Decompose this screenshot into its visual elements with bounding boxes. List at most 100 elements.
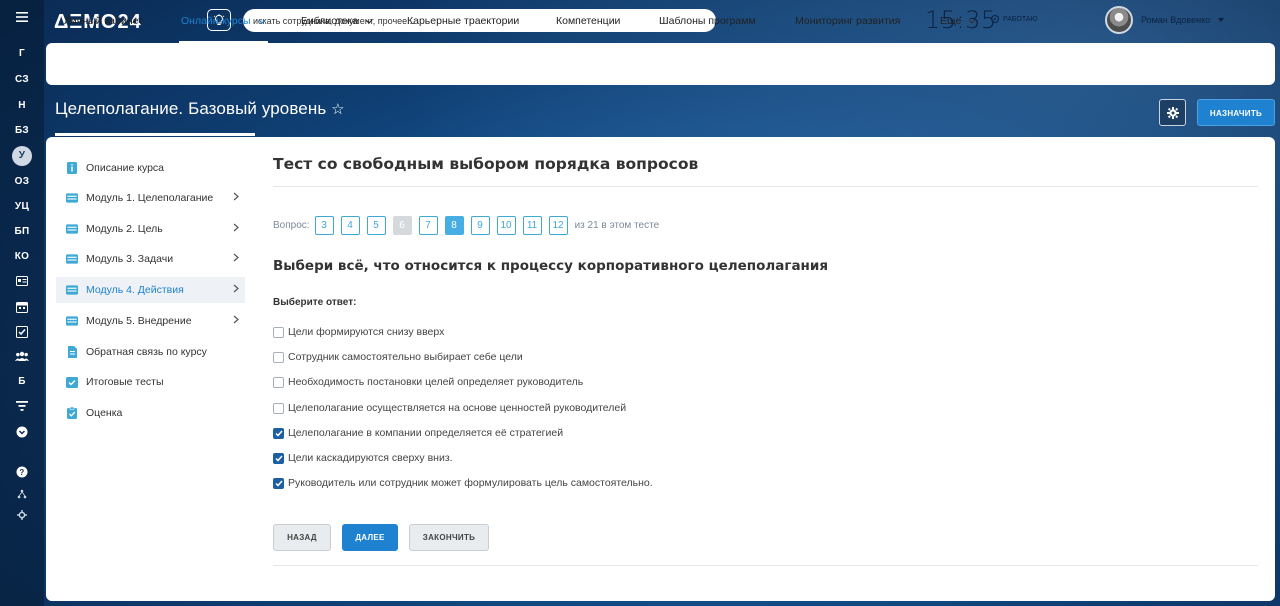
nav-label: Карьерные траектории [407, 15, 520, 27]
chevron-down-circle-icon[interactable] [0, 426, 44, 438]
answer-option-label: Сотрудник самостоятельно выбирает себе ц… [288, 351, 523, 363]
checkbox[interactable] [273, 376, 284, 388]
question-button[interactable]: 11 [522, 215, 542, 235]
rail-item-0[interactable]: Г [0, 48, 44, 59]
sidebar-item-rating[interactable]: Оценка [56, 400, 245, 426]
sidebar-item-module-1[interactable]: Модуль 1. Целеполагание [56, 185, 245, 211]
settings-button[interactable] [1159, 99, 1186, 126]
check-icon [274, 455, 283, 462]
rail-item-7[interactable]: БП [0, 226, 44, 237]
sidebar-item-module-4[interactable]: Модуль 4. Действия [56, 277, 245, 303]
checkbox-checked[interactable] [273, 477, 284, 489]
checkbox-icon [66, 376, 78, 388]
chevron-down-icon [365, 19, 373, 24]
sidebar-item-module-2[interactable]: Модуль 2. Цель [56, 216, 245, 242]
checkbox-checked[interactable] [273, 427, 284, 439]
checkbox-checked[interactable] [273, 452, 284, 464]
user-name: Роман Вдовенко [1141, 15, 1211, 25]
users-icon[interactable] [0, 351, 44, 361]
structure-icon[interactable] [0, 489, 44, 499]
answer-option[interactable]: Необходимость постановки целей определяе… [273, 374, 583, 390]
checkbox[interactable] [273, 402, 284, 414]
answer-option[interactable]: Цели формируются снизу вверх [273, 324, 444, 340]
main-nav [46, 43, 1275, 85]
module-icon [66, 315, 78, 327]
rail-item-6[interactable]: УЦ [0, 201, 44, 212]
sidebar-item-description[interactable]: Описание курса [56, 155, 245, 181]
checklist-icon[interactable] [0, 326, 44, 338]
question-navigator: Вопрос: 3 4 5 6 7 8 9 10 11 12 из 21 в э… [273, 215, 659, 235]
rail-item-8[interactable]: КО [0, 251, 44, 262]
question-button[interactable]: 10 [496, 215, 516, 235]
nav-item-more[interactable]: Еще [940, 0, 976, 42]
divider [273, 565, 1258, 566]
svg-text:?: ? [19, 468, 24, 477]
chevron-down-icon [968, 19, 976, 24]
finish-button[interactable]: ЗАКОНЧИТЬ [409, 524, 489, 551]
question-label: Вопрос: [273, 219, 310, 231]
checkbox[interactable] [273, 326, 284, 338]
sidebar-item-label: Итоговые тесты [86, 376, 164, 388]
answer-option[interactable]: Руководитель или сотрудник может формули… [273, 475, 653, 491]
user-menu[interactable]: Роман Вдовенко [1105, 6, 1225, 34]
sidebar-item-feedback[interactable]: Обратная связь по курсу [56, 339, 245, 365]
rail-item-4[interactable]: У [0, 146, 44, 166]
sidebar-item-label: Модуль 1. Целеполагание [86, 192, 214, 204]
checkbox[interactable] [273, 351, 284, 363]
sidebar-item-label: Оценка [86, 407, 123, 419]
rail-item-3[interactable]: БЗ [0, 125, 44, 136]
question-button[interactable]: 7 [418, 215, 438, 235]
answer-option[interactable]: Целеполагание осуществляется на основе ц… [273, 400, 626, 416]
sidebar-item-label: Обратная связь по курсу [86, 346, 207, 358]
nav-item-competencies[interactable]: Компетенции [556, 0, 620, 42]
nav-label: Личный кабинет [64, 15, 143, 27]
answer-label: Выберите ответ: [273, 297, 357, 308]
module-icon [66, 284, 78, 296]
nav-item-careers[interactable]: Карьерные траектории [407, 0, 519, 42]
question-button[interactable]: 9 [470, 215, 490, 235]
question-button[interactable]: 3 [314, 215, 334, 235]
id-card-icon[interactable] [0, 276, 44, 286]
sidebar-item-label: Модуль 4. Действия [86, 284, 184, 296]
answer-option[interactable]: Цели каскадируются сверху вниз. [273, 450, 453, 466]
question-button[interactable]: 12 [548, 215, 568, 235]
sidebar-item-module-5[interactable]: Модуль 5. Внедрение [56, 308, 245, 334]
answer-option[interactable]: Сотрудник самостоятельно выбирает себе ц… [273, 349, 523, 365]
nav-label: Мониторинг развития [795, 15, 901, 27]
back-button[interactable]: НАЗАД [273, 524, 331, 551]
settings-icon[interactable] [0, 510, 44, 520]
answer-option[interactable]: Целеполагание в компании определяется её… [273, 425, 563, 441]
answer-option-label: Цели формируются снизу вверх [288, 326, 445, 338]
check-icon [274, 430, 283, 437]
gear-icon [1166, 106, 1179, 119]
chevron-down-icon [258, 19, 265, 24]
chevron-right-icon [233, 192, 239, 201]
assign-button[interactable]: НАЗНАЧИТЬ [1197, 99, 1275, 126]
calendar-icon[interactable] [0, 301, 44, 313]
menu-icon[interactable] [0, 12, 44, 22]
question-button[interactable]: 4 [340, 215, 360, 235]
sidebar-item-module-3[interactable]: Модуль 3. Задачи [56, 246, 245, 272]
filter-icon[interactable] [0, 401, 44, 411]
next-button[interactable]: ДАЛЕЕ [342, 524, 398, 551]
nav-item-monitoring[interactable]: Мониторинг развития [795, 0, 900, 42]
left-rail: Г СЗ Н БЗ У ОЗ УЦ БП КО Б ? [0, 0, 44, 606]
star-icon[interactable]: ☆ [331, 101, 345, 118]
rail-item-5[interactable]: ОЗ [0, 176, 44, 187]
nav-item-templates[interactable]: Шаблоны программ [659, 0, 756, 42]
status-indicator[interactable]: РАБОТАЮ [991, 15, 1038, 23]
nav-item-online-courses[interactable]: Онлайн-курсы [179, 0, 267, 44]
clipboard-check-icon [66, 407, 78, 419]
question-button-current[interactable]: 8 [444, 215, 464, 235]
nav-item-library[interactable]: Библиотека [301, 0, 373, 42]
rail-item-2[interactable]: Н [0, 100, 44, 111]
nav-item-personal[interactable]: Личный кабинет [64, 0, 143, 42]
answer-option-label: Необходимость постановки целей определяе… [288, 376, 584, 388]
rail-item-1[interactable]: СЗ [0, 74, 44, 85]
help-icon[interactable]: ? [0, 466, 44, 478]
page-title: Целеполагание. Базовый уровень ☆ [55, 99, 345, 119]
rail-item-9[interactable]: Б [0, 376, 44, 387]
sidebar-item-final-tests[interactable]: Итоговые тесты [56, 369, 245, 395]
status-label: РАБОТАЮ [1003, 15, 1038, 23]
question-button[interactable]: 5 [366, 215, 386, 235]
